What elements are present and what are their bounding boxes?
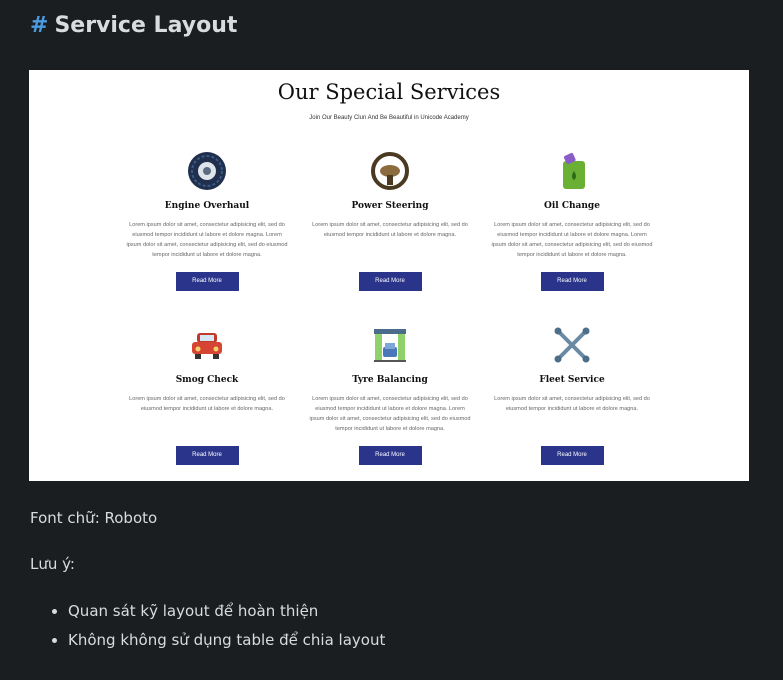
preview-subtitle: Join Our Beauty Clun And Be Beautiful in… xyxy=(309,115,469,121)
service-title: Power Steering xyxy=(351,201,429,211)
service-description: Lorem ipsum dolor sit amet, consectetur … xyxy=(126,222,288,258)
notes-list: Quan sát kỹ layout để hoàn thiện Không k… xyxy=(30,597,385,655)
service-title: Engine Overhaul xyxy=(164,201,250,211)
service-description: Lorem ipsum dolor sit amet, consectetur … xyxy=(494,396,650,412)
service-card-power-steering: Power Steering Lorem ipsum dolor sit ame… xyxy=(305,151,475,291)
service-card-tyre-balancing: Tyre Balancing Lorem ipsum dolor sit ame… xyxy=(305,325,475,465)
service-title: Smog Check xyxy=(175,375,239,385)
read-more-button[interactable]: Read More xyxy=(540,272,604,291)
service-title: Tyre Balancing xyxy=(352,375,428,385)
service-title: Fleet Service xyxy=(539,375,605,385)
heading-text: Service Layout xyxy=(54,13,238,38)
read-more-button[interactable]: Read More xyxy=(358,272,422,291)
service-description: Lorem ipsum dolor sit amet, consectetur … xyxy=(129,396,285,412)
list-item: Quan sát kỹ layout để hoàn thiện xyxy=(68,597,385,626)
list-item: Không không sử dụng table để chia layout xyxy=(68,626,385,655)
service-card-smog-check: Smog Check Lorem ipsum dolor sit amet, c… xyxy=(122,325,292,465)
font-note: Font chữ: Roboto xyxy=(30,509,158,527)
read-more-button[interactable]: Read More xyxy=(540,446,604,465)
preview-title: Our Special Services xyxy=(277,80,501,104)
read-more-button[interactable]: Read More xyxy=(175,446,239,465)
service-card-engine-overhaul: Engine Overhaul Lorem ipsum dolor sit am… xyxy=(122,151,292,291)
oil-can-icon xyxy=(563,153,585,189)
car-icon xyxy=(192,333,222,359)
car-wash-icon xyxy=(374,329,406,362)
service-card-oil-change: Oil Change Lorem ipsum dolor sit amet, c… xyxy=(487,151,657,291)
service-description: Lorem ipsum dolor sit amet, consectetur … xyxy=(309,396,471,432)
wrench-icon xyxy=(554,327,590,363)
steering-wheel-icon xyxy=(371,152,409,190)
tire-icon xyxy=(188,152,226,190)
page-heading: # Service Layout xyxy=(30,13,237,38)
heading-hash: # xyxy=(30,13,49,38)
notes-label: Lưu ý: xyxy=(30,555,75,573)
service-description: Lorem ipsum dolor sit amet, consectetur … xyxy=(491,222,653,258)
read-more-button[interactable]: Read More xyxy=(175,272,239,291)
layout-preview-image: Our Special Services Join Our Beauty Clu… xyxy=(29,70,749,481)
service-title: Oil Change xyxy=(544,201,600,211)
service-card-fleet-service: Fleet Service Lorem ipsum dolor sit amet… xyxy=(487,325,657,465)
service-description: Lorem ipsum dolor sit amet, consectetur … xyxy=(312,222,468,238)
read-more-button[interactable]: Read More xyxy=(358,446,422,465)
